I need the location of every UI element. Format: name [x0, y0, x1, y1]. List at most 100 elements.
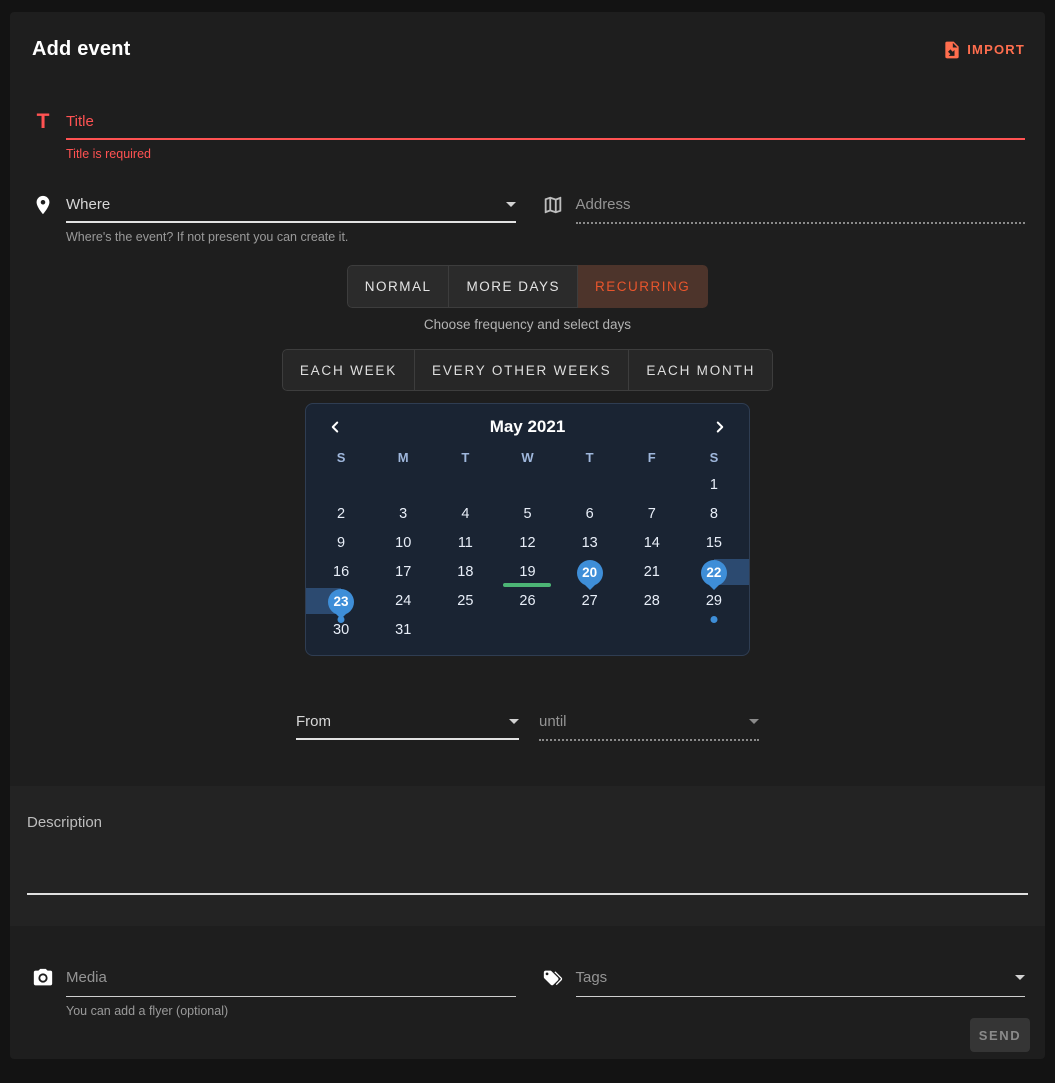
- weekday-label: F: [621, 445, 683, 471]
- title-input[interactable]: Title: [66, 113, 94, 130]
- camera-icon: [32, 967, 56, 994]
- day-number: 1: [710, 478, 718, 493]
- calendar-next-button[interactable]: [707, 418, 733, 436]
- calendar-day-18[interactable]: 18: [434, 558, 496, 587]
- import-button-label: IMPORT: [967, 42, 1025, 57]
- weekday-label: S: [310, 445, 372, 471]
- calendar-day-27[interactable]: 27: [559, 587, 621, 616]
- where-select-value[interactable]: Where: [66, 196, 110, 213]
- title-underline: [66, 138, 1025, 140]
- day-number: 28: [644, 594, 660, 609]
- freq-each-week-button[interactable]: EACH WEEK: [282, 349, 415, 391]
- calendar-day-2[interactable]: 2: [310, 500, 372, 529]
- description-field[interactable]: Description: [10, 786, 1045, 926]
- calendar-empty-cell: [621, 616, 683, 645]
- tags-input[interactable]: Tags: [576, 969, 608, 986]
- calendar-day-4[interactable]: 4: [434, 500, 496, 529]
- today-indicator: [503, 583, 551, 587]
- calendar-week-row: 910 11 12 13 1415: [310, 529, 745, 558]
- day-number: 17: [395, 565, 411, 580]
- until-field[interactable]: until: [539, 710, 759, 741]
- send-button[interactable]: SEND: [970, 1018, 1030, 1052]
- calendar-empty-cell: [372, 471, 434, 500]
- calendar-empty-cell: [559, 471, 621, 500]
- media-field[interactable]: Media You can add a flyer (optional): [32, 966, 516, 1018]
- calendar-day-20[interactable]: 20: [559, 558, 621, 587]
- header: Add event IMPORT: [10, 12, 1045, 61]
- calendar-day-12[interactable]: 12: [496, 529, 558, 558]
- day-number: 29: [706, 594, 722, 609]
- calendar-day-9[interactable]: 9: [310, 529, 372, 558]
- freq-each-month-button[interactable]: EACH MONTH: [629, 349, 773, 391]
- frequency-options: EACH WEEK EVERY OTHER WEEKS EACH MONTH: [282, 349, 773, 391]
- calendar-day-28[interactable]: 28: [621, 587, 683, 616]
- calendar-week-row: 2345 6 78: [310, 500, 745, 529]
- media-input[interactable]: Media: [66, 969, 107, 986]
- menu-down-icon[interactable]: [749, 719, 759, 724]
- tab-recurring[interactable]: RECURRING: [578, 265, 708, 308]
- calendar-day-21[interactable]: 21: [621, 558, 683, 587]
- day-number: 21: [644, 565, 660, 580]
- menu-down-icon[interactable]: [1015, 975, 1025, 980]
- day-number: 13: [582, 536, 598, 551]
- calendar-day-29[interactable]: 29: [683, 587, 745, 616]
- tags-field[interactable]: Tags: [542, 966, 1026, 1018]
- calendar-day-19[interactable]: 19: [496, 558, 558, 587]
- media-hint: You can add a flyer (optional): [66, 1004, 516, 1018]
- day-number: 31: [395, 623, 411, 638]
- day-number: 11: [458, 536, 473, 551]
- weekday-label: M: [372, 445, 434, 471]
- tab-more-days[interactable]: MORE DAYS: [449, 265, 578, 308]
- from-field[interactable]: From: [296, 710, 519, 741]
- calendar-empty-cell: [621, 471, 683, 500]
- calendar-day-3[interactable]: 3: [372, 500, 434, 529]
- calendar-day-11[interactable]: 11: [434, 529, 496, 558]
- title-error: Title is required: [66, 147, 1025, 161]
- calendar-day-7[interactable]: 7: [621, 500, 683, 529]
- weekday-label: T: [559, 445, 621, 471]
- menu-down-icon[interactable]: [506, 202, 516, 207]
- time-row: From until: [10, 710, 1045, 741]
- calendar-week-row: 1: [310, 471, 745, 500]
- calendar-day-15[interactable]: 15: [683, 529, 745, 558]
- menu-down-icon[interactable]: [509, 719, 519, 724]
- selected-day-marker: 20: [577, 560, 603, 586]
- tag-multiple-icon: [542, 967, 566, 994]
- calendar-day-14[interactable]: 14: [621, 529, 683, 558]
- media-tags-row: Media You can add a flyer (optional) Tag…: [10, 966, 1045, 1018]
- calendar-day-16[interactable]: 16: [310, 558, 372, 587]
- calendar-day-24[interactable]: 24: [372, 587, 434, 616]
- calendar-day-26[interactable]: 26: [496, 587, 558, 616]
- calendar-day-10[interactable]: 10: [372, 529, 434, 558]
- calendar-day-31[interactable]: 31: [372, 616, 434, 645]
- calendar-day-13[interactable]: 13: [559, 529, 621, 558]
- freq-every-other-weeks-button[interactable]: EVERY OTHER WEEKS: [415, 349, 629, 391]
- calendar-empty-cell: [434, 616, 496, 645]
- calendar-prev-button[interactable]: [322, 418, 348, 436]
- where-field[interactable]: Where Where's the event? If not present …: [32, 193, 516, 244]
- event-type-tabs: NORMAL MORE DAYS RECURRING: [347, 265, 709, 308]
- calendar-empty-cell: [310, 471, 372, 500]
- calendar-day-17[interactable]: 17: [372, 558, 434, 587]
- add-event-card: Add event IMPORT T Title Title is requir…: [10, 12, 1045, 1059]
- page-title: Add event: [32, 38, 130, 61]
- tab-normal[interactable]: NORMAL: [347, 265, 450, 308]
- weekday-label: T: [434, 445, 496, 471]
- until-select-value[interactable]: until: [539, 713, 567, 730]
- calendar-day-25[interactable]: 25: [434, 587, 496, 616]
- map-marker-icon: [32, 194, 56, 221]
- event-dot: [338, 616, 345, 623]
- from-select-value[interactable]: From: [296, 713, 331, 730]
- day-number: 12: [519, 536, 535, 551]
- calendar-day-6[interactable]: 6: [559, 500, 621, 529]
- file-import-icon: [942, 40, 962, 60]
- address-field[interactable]: Address: [542, 193, 1026, 244]
- address-input[interactable]: Address: [576, 196, 631, 213]
- title-field[interactable]: T Title Title is required: [10, 110, 1045, 161]
- import-button[interactable]: IMPORT: [942, 40, 1025, 60]
- calendar-week-row: 3031: [310, 616, 745, 645]
- calendar-day-5[interactable]: 5: [496, 500, 558, 529]
- day-number: 6: [586, 507, 594, 522]
- calendar-day-1[interactable]: 1: [683, 471, 745, 500]
- calendar-day-8[interactable]: 8: [683, 500, 745, 529]
